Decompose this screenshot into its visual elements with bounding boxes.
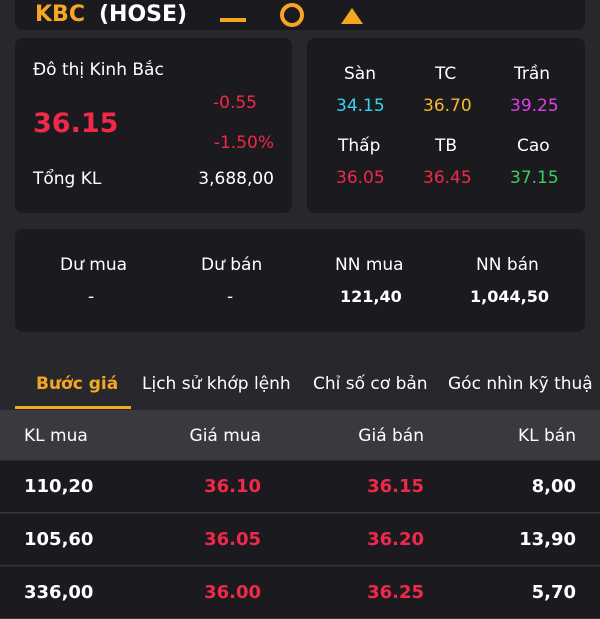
ask-price[interactable]: 36.15 bbox=[367, 476, 424, 497]
trade-stats-card: Dư mua - Dư bán - NN mua 121,40 NN bán 1… bbox=[15, 229, 585, 332]
low-label: Thấp bbox=[338, 136, 381, 156]
foreign-sell-value: 1,044,50 bbox=[470, 287, 549, 306]
table-header: KL mua Giá mua Giá bán KL bán bbox=[0, 410, 600, 460]
ask-surplus-value: - bbox=[227, 287, 234, 307]
foreign-buy-label: NN mua bbox=[335, 255, 404, 275]
table-row: 105,60 36.05 36.20 13,90 bbox=[0, 514, 600, 566]
list-icon[interactable] bbox=[220, 6, 246, 22]
ceiling-label: Trần bbox=[514, 64, 551, 84]
header-ask-volume: KL bán bbox=[517, 426, 576, 446]
average-label: TB bbox=[435, 136, 458, 156]
reference-price: 36.70 bbox=[423, 96, 472, 116]
foreign-buy-value: 121,40 bbox=[340, 287, 402, 306]
info-icon[interactable] bbox=[280, 3, 304, 27]
reference-label: TC bbox=[435, 64, 457, 84]
high-label: Cao bbox=[517, 136, 550, 156]
header-bid-price: Giá mua bbox=[189, 426, 261, 446]
high-price: 37.15 bbox=[510, 168, 559, 188]
tab-match-history[interactable]: Lịch sử khớp lệnh bbox=[142, 374, 291, 394]
current-price: 36.15 bbox=[33, 108, 119, 139]
volume-label: Tổng KL bbox=[33, 169, 102, 189]
header-bid-volume: KL mua bbox=[24, 426, 88, 446]
table-row: 336,00 36.00 36.25 5,70 bbox=[0, 567, 600, 619]
bid-surplus-value: - bbox=[88, 287, 95, 307]
low-price: 36.05 bbox=[336, 168, 385, 188]
price-change-pct: -1.50% bbox=[213, 133, 274, 153]
bid-surplus-label: Dư mua bbox=[60, 255, 128, 275]
ask-volume: 8,00 bbox=[531, 476, 576, 497]
active-tab-indicator bbox=[15, 406, 131, 409]
price-change: -0.55 bbox=[213, 93, 257, 113]
header-card: KBC (HOSE) bbox=[15, 0, 585, 30]
price-summary-card: Đô thị Kinh Bắc 36.15 -0.55 -1.50% Tổng … bbox=[15, 38, 292, 213]
header-ask-price: Giá bán bbox=[358, 426, 424, 446]
bid-volume: 105,60 bbox=[24, 529, 94, 550]
volume-value: 3,688,00 bbox=[198, 169, 274, 189]
bid-volume: 110,20 bbox=[24, 476, 94, 497]
floor-price: 34.15 bbox=[336, 96, 385, 116]
ask-price[interactable]: 36.20 bbox=[367, 529, 424, 550]
tab-technical-view[interactable]: Góc nhìn kỹ thuậ bbox=[448, 374, 593, 394]
bid-price[interactable]: 36.05 bbox=[204, 529, 261, 550]
ask-surplus-label: Dư bán bbox=[201, 255, 263, 275]
alert-icon[interactable] bbox=[341, 8, 363, 24]
bid-price[interactable]: 36.10 bbox=[204, 476, 261, 497]
ticker: KBC bbox=[35, 2, 85, 27]
company-name: Đô thị Kinh Bắc bbox=[33, 60, 164, 80]
reference-prices-card: Sàn 34.15 TC 36.70 Trần 39.25 Thấp 36.05… bbox=[307, 38, 585, 213]
tab-fundamentals[interactable]: Chỉ số cơ bản bbox=[313, 374, 428, 394]
table-row: 110,20 36.10 36.15 8,00 bbox=[0, 461, 600, 513]
floor-label: Sàn bbox=[344, 64, 376, 84]
tab-price-steps[interactable]: Bước giá bbox=[36, 374, 118, 394]
ceiling-price: 39.25 bbox=[510, 96, 559, 116]
exchange: (HOSE) bbox=[99, 2, 188, 27]
foreign-sell-label: NN bán bbox=[476, 255, 539, 275]
average-price: 36.45 bbox=[423, 168, 472, 188]
ask-volume: 13,90 bbox=[519, 529, 576, 550]
